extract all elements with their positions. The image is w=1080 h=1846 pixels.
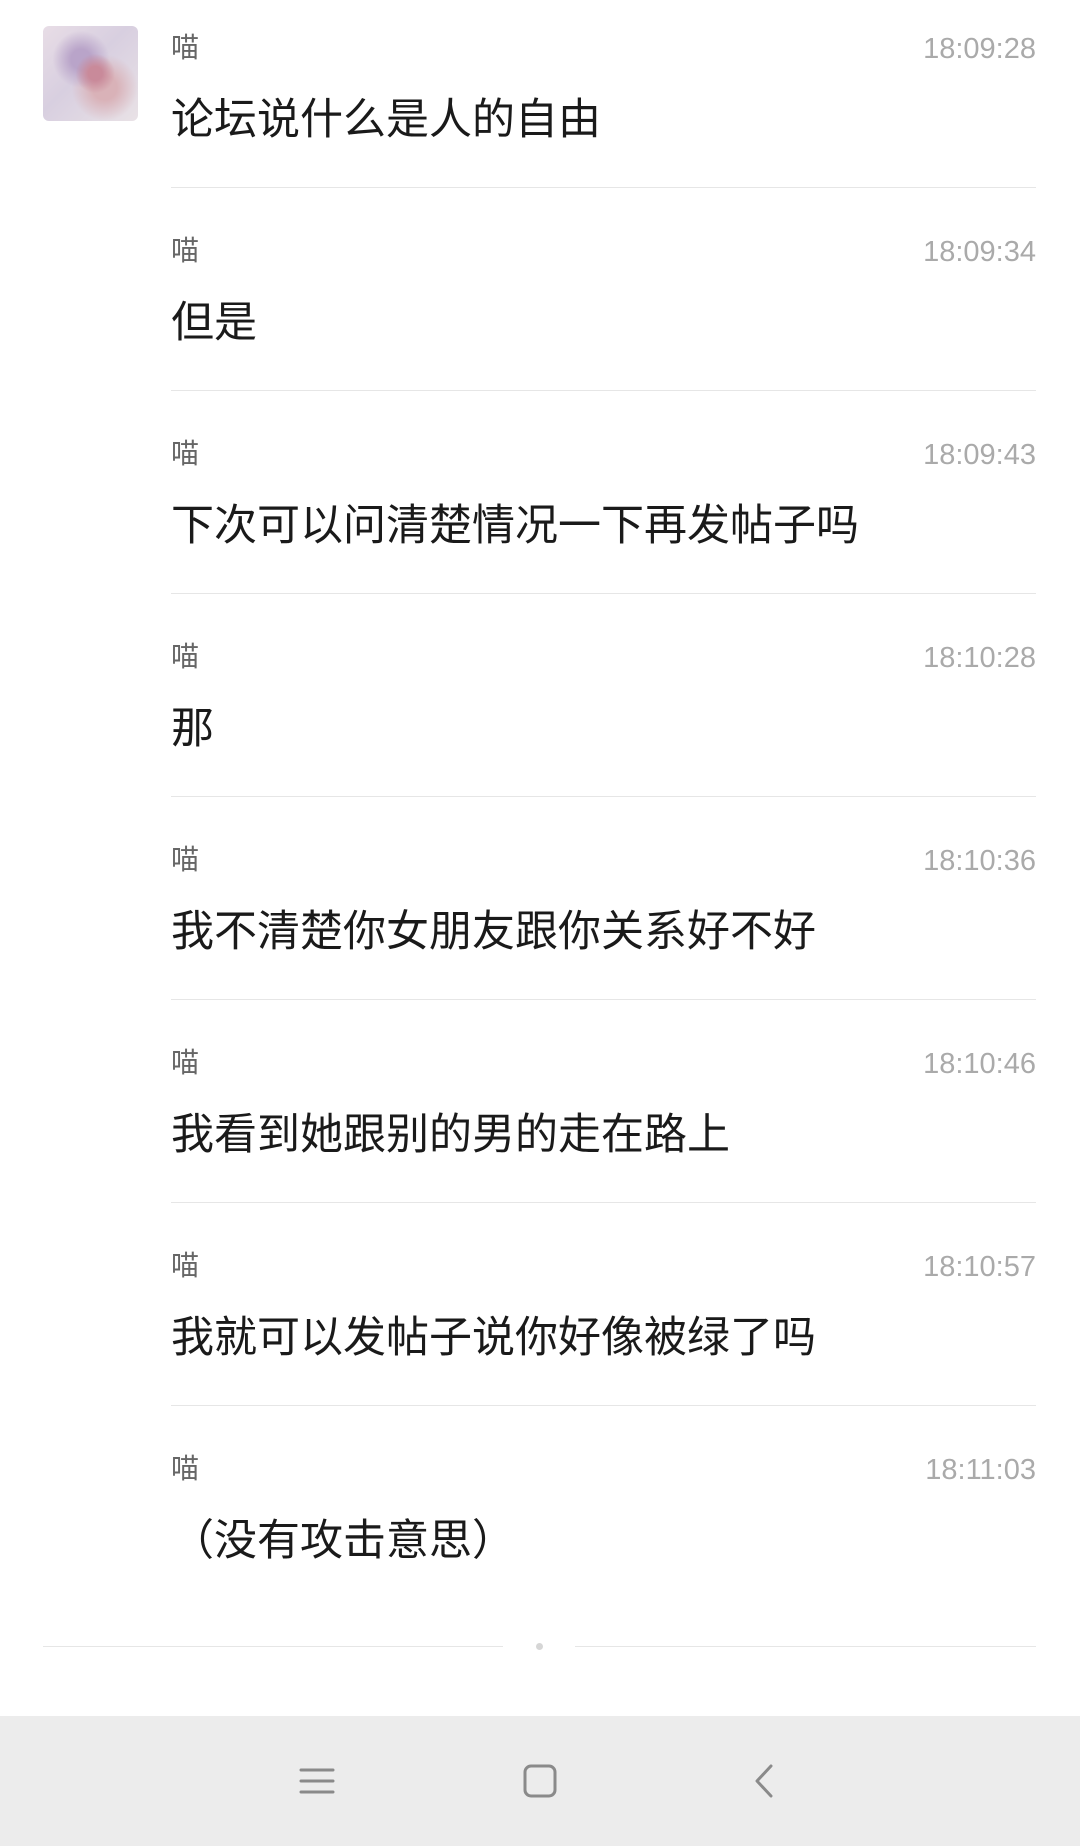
message-item[interactable]: 喵 18:10:57 我就可以发帖子说你好像被绿了吗 bbox=[171, 1218, 1036, 1421]
message-item[interactable]: 喵 18:09:34 但是 bbox=[171, 203, 1036, 406]
message-timestamp: 18:10:46 bbox=[923, 1048, 1036, 1080]
message-divider bbox=[171, 999, 1036, 1000]
back-icon bbox=[755, 1764, 773, 1798]
message-item[interactable]: 喵 18:09:28 论坛说什么是人的自由 bbox=[171, 0, 1036, 203]
message-text: 我看到她跟别的男的走在路上 bbox=[171, 1110, 730, 1160]
message-item[interactable]: 喵 18:10:36 我不清楚你女朋友跟你关系好不好 bbox=[171, 812, 1036, 1015]
home-button[interactable] bbox=[480, 1716, 600, 1846]
message-timestamp: 18:09:43 bbox=[923, 439, 1036, 471]
end-of-list-divider-right bbox=[575, 1646, 1036, 1647]
sender-name: 喵 bbox=[171, 1046, 200, 1079]
sender-name: 喵 bbox=[171, 31, 200, 64]
message-timestamp: 18:10:36 bbox=[923, 845, 1036, 877]
sender-name: 喵 bbox=[171, 1249, 200, 1282]
message-divider bbox=[171, 1202, 1036, 1203]
message-divider bbox=[171, 1405, 1036, 1406]
message-text: 但是 bbox=[171, 298, 257, 348]
menu-icon bbox=[299, 1768, 335, 1794]
menu-button[interactable] bbox=[257, 1716, 377, 1846]
message-divider bbox=[171, 187, 1036, 188]
home-icon bbox=[523, 1764, 557, 1798]
message-text: 下次可以问清楚情况一下再发帖子吗 bbox=[171, 501, 859, 551]
message-text: 我就可以发帖子说你好像被绿了吗 bbox=[171, 1313, 816, 1363]
sender-name: 喵 bbox=[171, 640, 200, 673]
message-item[interactable]: 喵 18:10:28 那 bbox=[171, 609, 1036, 812]
message-divider bbox=[171, 390, 1036, 391]
message-timestamp: 18:09:34 bbox=[923, 236, 1036, 268]
sender-name: 喵 bbox=[171, 437, 200, 470]
message-timestamp: 18:09:28 bbox=[923, 33, 1036, 65]
message-timestamp: 18:10:28 bbox=[923, 642, 1036, 674]
sender-name: 喵 bbox=[171, 1452, 200, 1485]
message-timestamp: 18:10:57 bbox=[923, 1251, 1036, 1283]
system-navigation-bar bbox=[0, 1716, 1080, 1846]
back-button[interactable] bbox=[705, 1716, 825, 1846]
message-item[interactable]: 喵 18:09:43 下次可以问清楚情况一下再发帖子吗 bbox=[171, 406, 1036, 609]
message-divider bbox=[171, 593, 1036, 594]
message-text: 那 bbox=[171, 704, 214, 754]
sender-name: 喵 bbox=[171, 234, 200, 267]
message-text: 我不清楚你女朋友跟你关系好不好 bbox=[171, 907, 816, 957]
end-of-list-divider-left bbox=[43, 1646, 503, 1647]
message-text: 论坛说什么是人的自由 bbox=[171, 95, 601, 145]
end-of-list-dot bbox=[536, 1643, 543, 1650]
message-timestamp: 18:11:03 bbox=[925, 1454, 1036, 1486]
message-text: （没有攻击意思） bbox=[171, 1516, 515, 1566]
message-item[interactable]: 喵 18:10:46 我看到她跟别的男的走在路上 bbox=[171, 1015, 1036, 1218]
message-item[interactable]: 喵 18:11:03 （没有攻击意思） bbox=[171, 1421, 1036, 1624]
message-divider bbox=[171, 796, 1036, 797]
sender-name: 喵 bbox=[171, 843, 200, 876]
sender-avatar[interactable] bbox=[43, 26, 138, 121]
